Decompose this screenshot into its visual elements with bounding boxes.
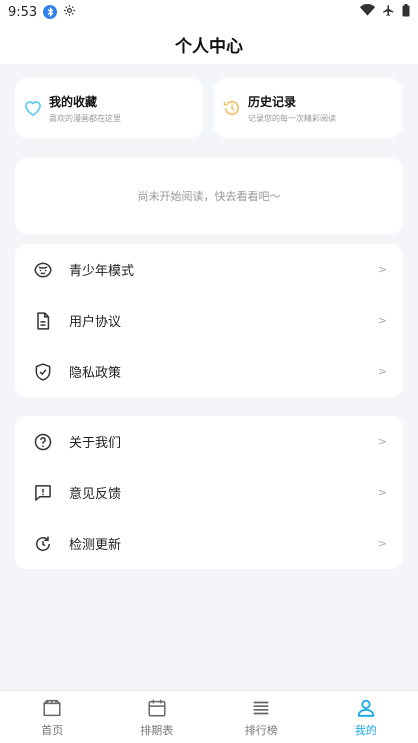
bluetooth-icon: [43, 5, 58, 19]
settings-icon: [63, 4, 76, 21]
chevron-right-icon: >: [377, 435, 387, 448]
teen-mode-icon: [33, 260, 53, 280]
history-title: 历史记录: [248, 94, 297, 109]
menu-label-about-us: 关于我们: [69, 436, 122, 451]
menu-label-privacy-policy: 隐私政策: [69, 366, 122, 381]
menu-item-check-update[interactable]: 检测更新 >: [15, 518, 403, 569]
heart-icon: [23, 98, 43, 118]
menu-item-teen-mode[interactable]: 青少年模式 >: [15, 244, 403, 295]
reading-empty-card: 尚未开始阅读，快去看看吧～: [15, 158, 403, 234]
chevron-right-icon: >: [377, 314, 387, 327]
tab-schedule[interactable]: 排期表: [105, 691, 210, 743]
shield-check-icon: [33, 362, 53, 382]
tab-ranking[interactable]: 排行榜: [209, 691, 314, 743]
history-card[interactable]: 历史记录 记录您的每一次精彩阅读: [214, 78, 402, 138]
history-subtitle: 记录您的每一次精彩阅读: [248, 113, 336, 123]
calendar-icon: [146, 697, 168, 719]
refresh-icon: [33, 534, 53, 554]
favorites-text: 我的收藏 喜欢的漫画都在这里: [49, 93, 121, 124]
menu-label-feedback: 意见反馈: [69, 487, 122, 502]
menu-item-about-us[interactable]: 关于我们 >: [15, 416, 403, 467]
bottom-tab-bar: 首页 排期表 排行榜 我的: [0, 690, 418, 743]
status-time: 9:53: [8, 4, 38, 20]
status-right: [360, 3, 410, 21]
home-icon: [41, 697, 63, 719]
menu-item-user-agreement[interactable]: 用户协议 >: [15, 295, 403, 346]
page-header: 个人中心: [0, 24, 418, 64]
tab-home[interactable]: 首页: [0, 691, 105, 743]
help-circle-icon: [33, 432, 53, 452]
menu-item-feedback[interactable]: 意见反馈 >: [15, 467, 403, 518]
menu-label-check-update: 检测更新: [69, 538, 122, 553]
chevron-right-icon: >: [377, 365, 387, 378]
chevron-right-icon: >: [377, 263, 387, 276]
battery-icon: [402, 3, 410, 21]
document-icon: [33, 311, 53, 331]
status-bar: 9:53: [0, 0, 418, 24]
menu-label-teen-mode: 青少年模式: [69, 264, 135, 279]
favorites-title: 我的收藏: [49, 94, 98, 109]
chevron-right-icon: >: [377, 486, 387, 499]
tab-label-mine: 我的: [354, 723, 377, 737]
menu-item-privacy-policy[interactable]: 隐私政策 >: [15, 346, 403, 397]
status-left: 9:53: [8, 4, 76, 21]
favorites-subtitle: 喜欢的漫画都在这里: [49, 113, 121, 123]
empty-state-text: 尚未开始阅读，快去看看吧～: [137, 190, 281, 203]
airplane-icon: [382, 4, 395, 21]
favorites-card[interactable]: 我的收藏 喜欢的漫画都在这里: [15, 78, 203, 138]
tab-label-home: 首页: [41, 723, 64, 737]
history-clock-icon: [222, 98, 242, 118]
feedback-icon: [33, 483, 53, 503]
tab-label-schedule: 排期表: [140, 723, 174, 737]
about-menu-card: 关于我们 > 意见反馈 > 检测更新 >: [15, 416, 403, 569]
user-icon: [355, 697, 377, 719]
chevron-right-icon: >: [377, 537, 387, 550]
ranking-icon: [250, 697, 272, 719]
page-title: 个人中心: [175, 36, 243, 57]
tab-label-ranking: 排行榜: [244, 723, 278, 737]
history-text: 历史记录 记录您的每一次精彩阅读: [248, 93, 336, 124]
settings-menu-card: 青少年模式 > 用户协议 > 隐私政策 >: [15, 244, 403, 397]
tab-mine[interactable]: 我的: [314, 691, 418, 743]
menu-label-user-agreement: 用户协议: [69, 315, 122, 330]
wifi-icon: [360, 3, 375, 20]
